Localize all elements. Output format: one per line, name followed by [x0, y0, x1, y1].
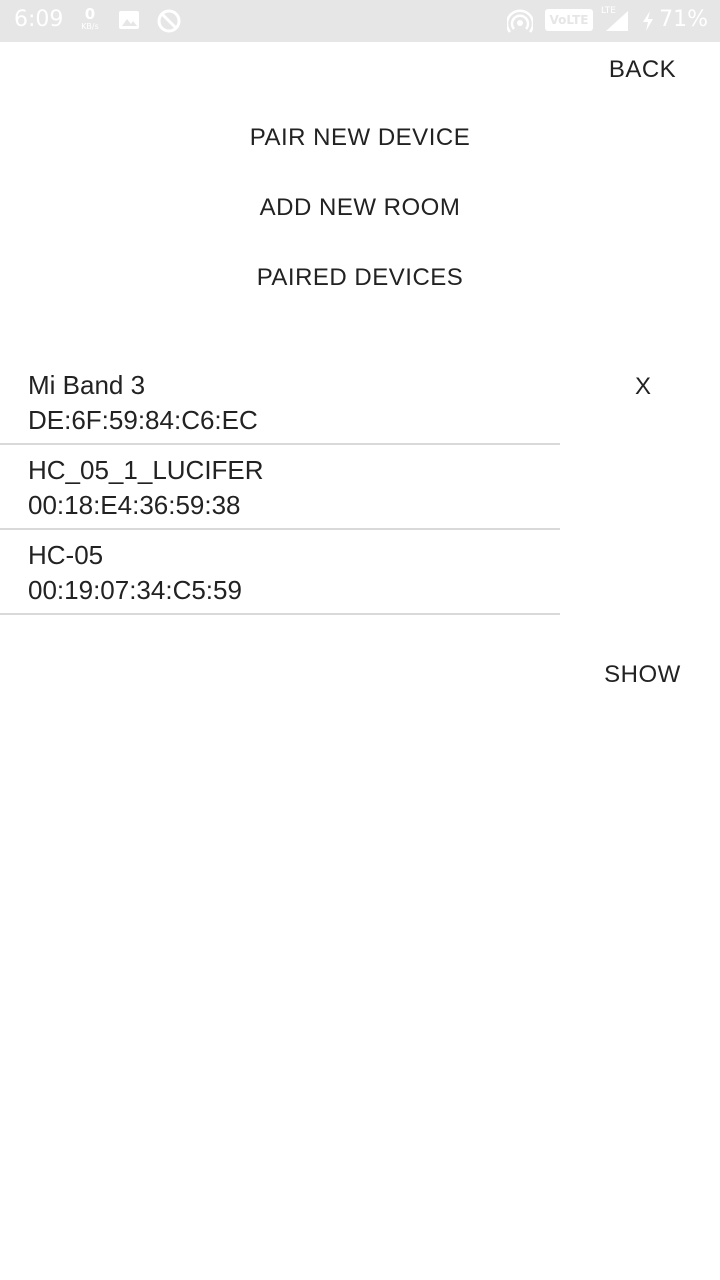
- show-button[interactable]: SHOW: [590, 654, 695, 696]
- add-new-room-button[interactable]: ADD NEW ROOM: [160, 186, 560, 230]
- network-speed: 0 KB/s: [78, 7, 102, 31]
- device-address: 00:18:E4:36:59:38: [28, 490, 241, 520]
- list-item[interactable]: HC-05 00:19:07:34:C5:59: [0, 530, 560, 615]
- hotspot-icon: [507, 9, 533, 33]
- device-address: DE:6F:59:84:C6:EC: [28, 405, 258, 435]
- close-button[interactable]: X: [615, 366, 671, 408]
- pair-new-device-button[interactable]: PAIR NEW DEVICE: [160, 116, 560, 160]
- volte-badge: VoLTE: [545, 9, 593, 31]
- paired-device-list: Mi Band 3 DE:6F:59:84:C6:EC HC_05_1_LUCI…: [0, 360, 560, 615]
- device-address: 00:19:07:34:C5:59: [28, 575, 242, 605]
- image-icon: [119, 11, 139, 29]
- charging-icon: [643, 11, 653, 31]
- device-name: Mi Band 3: [28, 370, 146, 400]
- status-bar: 6:09 0 KB/s VoLTE LTE 71%: [0, 0, 720, 42]
- list-item[interactable]: Mi Band 3 DE:6F:59:84:C6:EC: [0, 360, 560, 445]
- device-name: HC_05_1_LUCIFER: [28, 455, 264, 485]
- paired-devices-button[interactable]: PAIRED DEVICES: [160, 256, 560, 300]
- battery-level: 71%: [659, 7, 708, 32]
- back-button[interactable]: BACK: [595, 50, 690, 90]
- list-item[interactable]: HC_05_1_LUCIFER 00:18:E4:36:59:38: [0, 445, 560, 530]
- no-disturb-icon: [157, 9, 181, 33]
- network-speed-unit: KB/s: [81, 22, 99, 31]
- network-speed-value: 0: [84, 5, 96, 23]
- status-time: 6:09: [14, 7, 64, 32]
- device-name: HC-05: [28, 540, 104, 570]
- signal-icon: [606, 11, 628, 31]
